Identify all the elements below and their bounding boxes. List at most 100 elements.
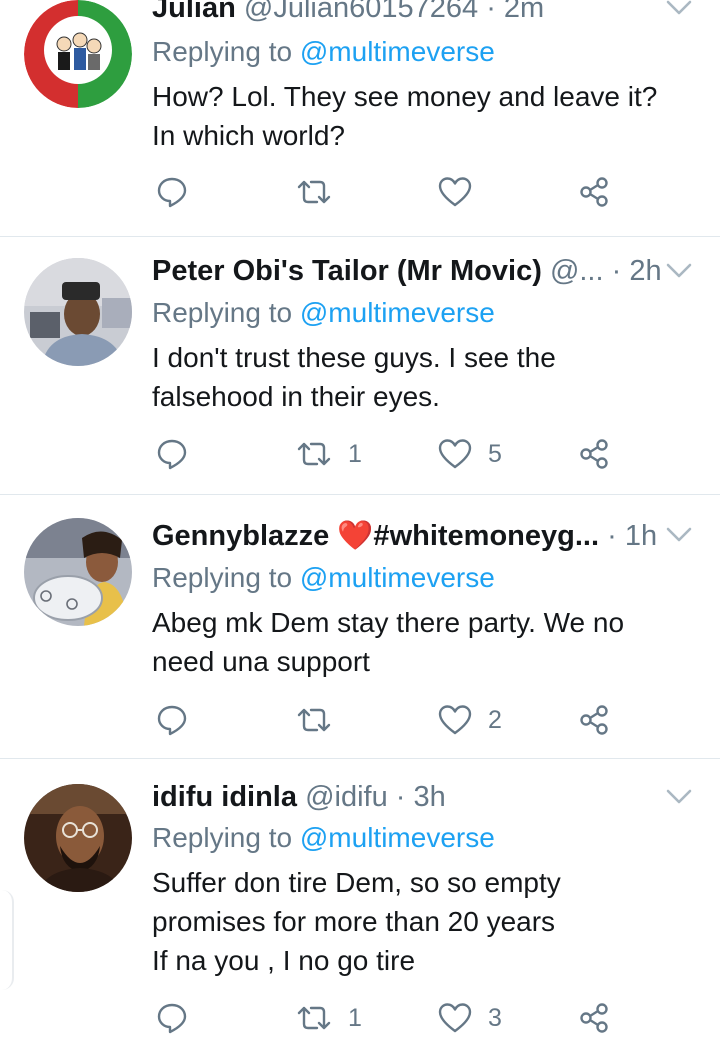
heart-icon [438, 177, 472, 207]
like-count: 5 [488, 439, 502, 468]
like-button[interactable]: 3 [438, 998, 502, 1038]
tweet-header: Julian @Julian60157264 · 2m [152, 0, 660, 26]
retweet-button[interactable] [296, 172, 348, 212]
tweet-text-line: I don't trust these guys. I see the [152, 342, 556, 373]
avatar[interactable] [24, 784, 132, 892]
tweet-header: Gennyblazze ❤️#whitemoneyg... · 1h [152, 518, 660, 554]
share-button[interactable] [578, 998, 610, 1038]
separator-dot: · [607, 520, 617, 552]
tweet[interactable]: Gennyblazze ❤️#whitemoneyg... · 1h Reply… [0, 494, 720, 759]
retweet-icon [297, 708, 331, 732]
tweet-text-line: falsehood in their eyes. [152, 381, 440, 412]
tweet-text: Suffer don tire Dem, so so empty promise… [152, 863, 690, 980]
replying-to-label: Replying to [152, 36, 293, 67]
reply-button[interactable] [156, 700, 188, 740]
replying-to: Replying to @multimeverse [152, 820, 495, 856]
tweet-text-line: Suffer don tire Dem, so so empty [152, 867, 561, 898]
retweet-icon [297, 1006, 331, 1030]
display-name[interactable]: Peter Obi's Tailor (Mr Movic) [152, 255, 542, 287]
retweet-count: 1 [348, 1003, 362, 1032]
party-logo-icon [24, 0, 132, 108]
like-button[interactable] [438, 172, 488, 212]
reply-icon [157, 177, 187, 208]
tweet[interactable]: Peter Obi's Tailor (Mr Movic) @... · 2h … [0, 236, 720, 495]
like-count: 2 [488, 705, 502, 734]
replying-to: Replying to @multimeverse [152, 560, 495, 596]
action-bar: 2 [152, 700, 692, 740]
tweet-text-line: Abeg mk Dem stay there party. We no [152, 607, 625, 638]
tweet-text-line: In which world? [152, 120, 345, 151]
share-button[interactable] [578, 434, 610, 474]
separator-dot: · [611, 255, 622, 287]
timestamp[interactable]: 1h [625, 520, 657, 552]
replying-to-label: Replying to [152, 562, 293, 593]
replying-to: Replying to @multimeverse [152, 295, 495, 331]
user-photo [24, 518, 132, 626]
tweet[interactable]: Julian @Julian60157264 · 2m Replying to … [0, 0, 720, 237]
side-drawer-handle[interactable] [0, 890, 14, 990]
chevron-down-icon[interactable] [666, 526, 692, 544]
retweet-button[interactable] [296, 700, 348, 740]
user-handle[interactable]: @idifu [305, 781, 388, 813]
tweet-text-line: How? Lol. They see money and leave it? [152, 81, 658, 112]
share-icon [580, 705, 608, 735]
tweet-text-line: promises for more than 20 years [152, 906, 556, 937]
tweet-header: idifu idinla @idifu · 3h [152, 779, 660, 815]
timestamp[interactable]: 2h [629, 255, 660, 287]
timestamp[interactable]: 3h [414, 781, 446, 813]
separator-dot: · [486, 0, 496, 24]
replying-to: Replying to @multimeverse [152, 34, 495, 70]
chevron-down-icon[interactable] [666, 788, 692, 806]
reply-icon [157, 1003, 187, 1034]
reply-button[interactable] [156, 172, 188, 212]
mention-link[interactable]: @multimeverse [300, 562, 495, 593]
action-bar [152, 172, 692, 212]
tweet-text-line: need una support [152, 646, 370, 677]
like-button[interactable]: 2 [438, 700, 502, 740]
reply-icon [157, 705, 187, 736]
user-photo [24, 784, 132, 892]
display-name[interactable]: Julian [152, 0, 236, 24]
share-button[interactable] [578, 700, 610, 740]
share-icon [580, 1003, 608, 1033]
share-icon [580, 177, 608, 207]
like-button[interactable]: 5 [438, 434, 502, 474]
avatar[interactable] [24, 0, 132, 108]
like-count: 3 [488, 1003, 502, 1032]
tweet-text-line: If na you , I no go tire [152, 945, 416, 976]
share-icon [580, 439, 608, 469]
user-handle[interactable]: @... [550, 255, 604, 287]
retweet-icon [297, 180, 331, 204]
chevron-down-icon[interactable] [666, 0, 692, 17]
tweet-text: Abeg mk Dem stay there party. We no need… [152, 603, 690, 681]
avatar[interactable] [24, 258, 132, 366]
reply-icon [157, 439, 187, 470]
timestamp[interactable]: 2m [504, 0, 544, 24]
retweet-count: 1 [348, 439, 362, 468]
mention-link[interactable]: @multimeverse [300, 297, 495, 328]
mention-link[interactable]: @multimeverse [300, 822, 495, 853]
heart-icon [438, 1003, 472, 1033]
tweet-text: I don't trust these guys. I see the fals… [152, 338, 690, 416]
share-button[interactable] [578, 172, 610, 212]
heart-icon [438, 705, 472, 735]
reply-button[interactable] [156, 434, 188, 474]
retweet-icon [297, 442, 331, 466]
tweet-header: Peter Obi's Tailor (Mr Movic) @... · 2h [152, 253, 660, 289]
user-handle[interactable]: @Julian60157264 [244, 0, 478, 24]
user-photo [24, 258, 132, 366]
heart-icon [438, 439, 472, 469]
display-name[interactable]: idifu idinla [152, 781, 297, 813]
retweet-button[interactable]: 1 [296, 434, 362, 474]
mention-link[interactable]: @multimeverse [300, 36, 495, 67]
tweet-text: How? Lol. They see money and leave it? I… [152, 77, 690, 155]
replying-to-label: Replying to [152, 822, 293, 853]
display-name[interactable]: Gennyblazze ❤️#whitemoneyg... [152, 520, 599, 552]
tweet[interactable]: idifu idinla @idifu · 3h Replying to @mu… [0, 758, 720, 1034]
chevron-down-icon[interactable] [666, 262, 692, 280]
reply-button[interactable] [156, 998, 188, 1038]
action-bar: 1 3 [152, 998, 692, 1038]
separator-dot: · [395, 781, 406, 813]
avatar[interactable] [24, 518, 132, 626]
retweet-button[interactable]: 1 [296, 998, 362, 1038]
